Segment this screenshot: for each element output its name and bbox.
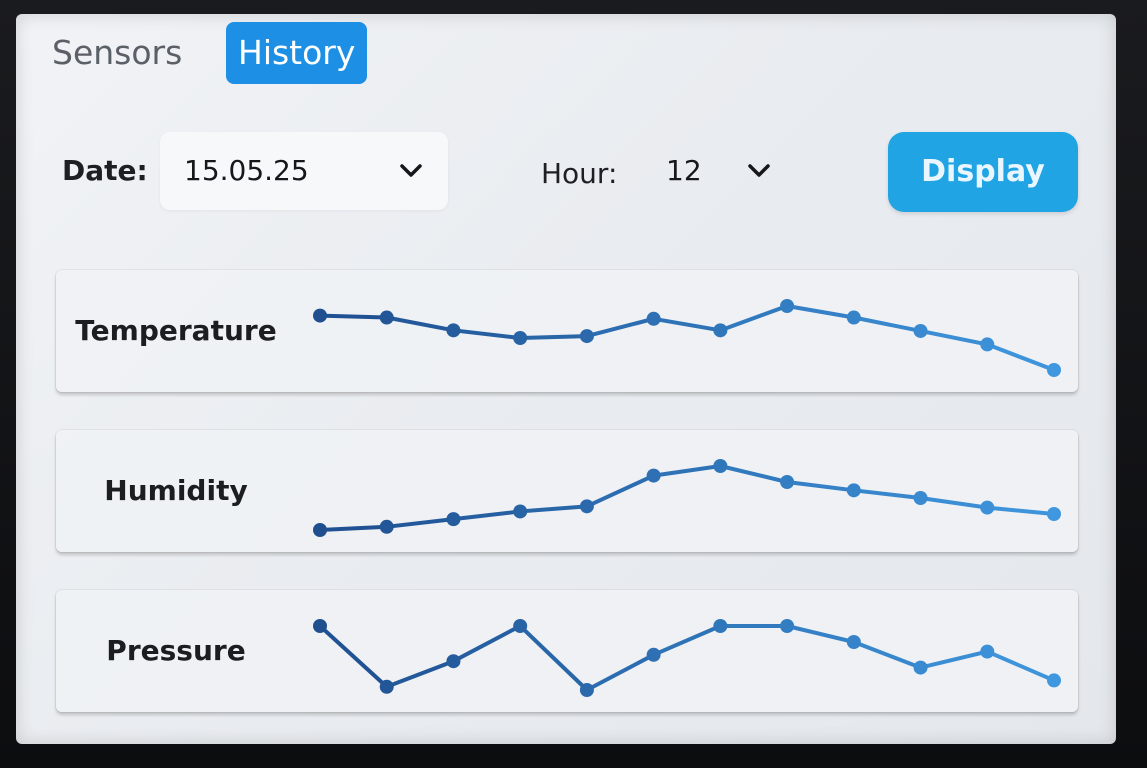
humidity-point: [446, 512, 461, 527]
humidity-point: [713, 459, 728, 473]
temperature-point: [1047, 363, 1061, 377]
pressure-point: [1047, 673, 1061, 688]
humidity-segment: [918, 496, 990, 510]
date-select[interactable]: 15.05.25: [160, 132, 448, 210]
pressure-card: Pressure: [56, 590, 1078, 712]
hour-value: 12: [666, 154, 702, 187]
pressure-segment: [651, 624, 723, 657]
pressure-point: [846, 635, 861, 649]
temperature-point: [980, 337, 995, 352]
temperature-point: [913, 323, 928, 338]
temperature-segment: [851, 315, 923, 333]
hour-label: Hour:: [541, 157, 618, 190]
humidity-point: [579, 499, 594, 514]
temperature-segment: [985, 342, 1056, 372]
pressure-point: [646, 647, 661, 662]
chevron-down-icon: [748, 164, 770, 177]
pressure-chart: [313, 619, 1061, 697]
humidity-segment: [518, 504, 589, 514]
pressure-segment: [851, 640, 923, 670]
pressure-segment: [918, 649, 990, 670]
temperature-point: [846, 310, 861, 325]
pressure-segment: [451, 624, 523, 664]
date-label: Date:: [62, 154, 148, 187]
tab-sensors[interactable]: Sensors: [40, 22, 194, 84]
pressure-point: [513, 619, 528, 633]
temperature-segment: [785, 304, 856, 320]
humidity-point: [980, 500, 995, 515]
temperature-point: [579, 329, 594, 344]
history-screen: Sensors History Date: 15.05.25 Hour: 12 …: [16, 14, 1116, 744]
temperature-segment: [451, 328, 523, 340]
pressure-point: [780, 619, 795, 633]
humidity-segment: [651, 464, 723, 478]
pressure-segment: [384, 659, 456, 689]
pressure-point: [313, 619, 327, 633]
display-button[interactable]: Display: [888, 132, 1078, 212]
pressure-point: [713, 619, 728, 633]
pressure-point: [579, 683, 594, 697]
humidity-segment: [584, 473, 656, 509]
tab-history[interactable]: History: [226, 22, 368, 84]
pressure-segment: [985, 649, 1056, 683]
pressure-segment: [318, 624, 389, 689]
temperature-segment: [918, 328, 990, 347]
humidity-segment: [384, 517, 456, 529]
temperature-chart: [313, 299, 1061, 377]
temperature-segment: [318, 313, 389, 320]
temperature-title: Temperature: [75, 314, 277, 347]
humidity-segment: [718, 464, 790, 484]
humidity-point: [846, 483, 861, 498]
temperature-segment: [651, 316, 723, 333]
temperature-card: Temperature: [56, 270, 1078, 392]
pressure-title: Pressure: [106, 634, 246, 667]
humidity-segment: [451, 509, 523, 522]
temperature-point: [446, 323, 461, 338]
humidity-point: [513, 504, 528, 519]
humidity-segment: [785, 480, 856, 493]
temperature-segment: [718, 304, 790, 333]
temperature-segment: [384, 315, 456, 333]
temperature-point: [713, 323, 728, 338]
pressure-point: [980, 644, 995, 659]
humidity-card: Humidity: [56, 430, 1078, 552]
humidity-point: [379, 519, 394, 534]
pressure-point: [446, 654, 461, 669]
pressure-segment: [584, 652, 656, 692]
temperature-segment: [518, 334, 589, 340]
humidity-segment: [851, 488, 923, 500]
temperature-point: [513, 331, 528, 345]
humidity-segment: [318, 524, 389, 532]
humidity-point: [913, 491, 928, 505]
hour-select[interactable]: 12: [644, 132, 794, 210]
date-value: 15.05.25: [184, 154, 309, 187]
pressure-segment: [518, 624, 589, 692]
pressure-point: [379, 679, 394, 694]
humidity-title: Humidity: [104, 474, 248, 507]
humidity-point: [646, 468, 661, 483]
pressure-segment: [785, 624, 856, 644]
humidity-point: [1047, 507, 1061, 521]
temperature-segment: [584, 316, 656, 339]
temperature-point: [379, 310, 394, 325]
temperature-point: [646, 311, 661, 326]
pressure-point: [913, 660, 928, 675]
humidity-point: [780, 475, 795, 489]
humidity-chart: [313, 459, 1061, 537]
chevron-down-icon: [400, 164, 422, 177]
temperature-point: [313, 308, 327, 323]
humidity-segment: [985, 505, 1056, 516]
temperature-point: [780, 299, 795, 313]
humidity-point: [313, 523, 327, 537]
